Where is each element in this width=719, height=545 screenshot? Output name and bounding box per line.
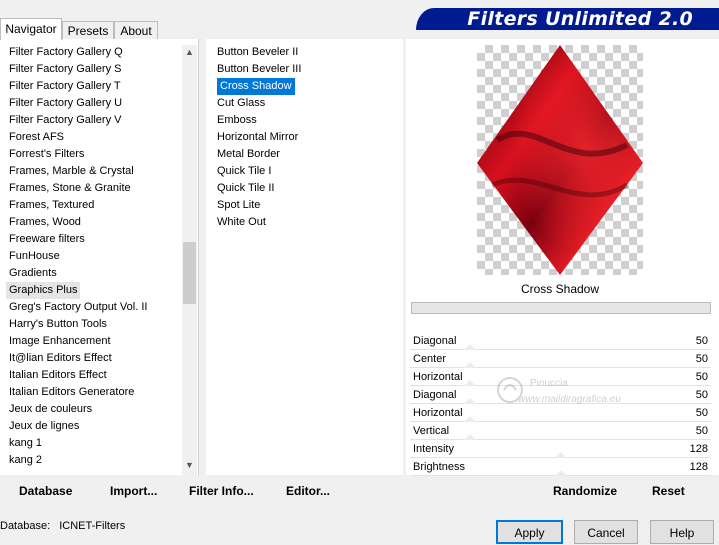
category-list-item[interactable]: Greg's Factory Output Vol. II (9, 299, 147, 316)
slider-value: 128 (689, 461, 708, 473)
category-list-item[interactable]: Italian Editors Generatore (9, 384, 134, 401)
randomize-button[interactable]: Randomize (553, 483, 617, 499)
slider-value: 50 (695, 407, 708, 419)
category-list-item[interactable]: Harry's Button Tools (9, 316, 107, 333)
filter-list-item[interactable]: Cross Shadow (217, 78, 295, 95)
preview-filter-name: Cross Shadow (520, 282, 600, 296)
cancel-button[interactable]: Cancel (574, 520, 638, 544)
tab-presets[interactable]: Presets (62, 21, 114, 39)
filter-list-item[interactable]: Emboss (217, 112, 257, 129)
slider-value: 128 (689, 443, 708, 455)
filter-list-item[interactable]: Quick Tile II (217, 180, 274, 197)
editor-button[interactable]: Editor... (286, 483, 330, 499)
slider-value: 50 (695, 425, 708, 437)
category-list[interactable]: Filter Factory Gallery Q Filter Factory G… (0, 39, 199, 475)
category-list-item[interactable]: Filter Factory Gallery Q (9, 44, 123, 61)
slider-value: 50 (695, 335, 708, 347)
category-list-item[interactable]: Jeux de couleurs (9, 401, 92, 418)
category-list-item[interactable]: It@lian Editors Effect (9, 350, 112, 367)
category-list-item[interactable]: Filter Factory Gallery V (9, 112, 121, 129)
tab-navigator[interactable]: Navigator (0, 18, 62, 40)
filter-list[interactable]: Button Beveler II Button Beveler III Cross… (206, 39, 403, 475)
slider-track[interactable] (410, 439, 711, 440)
progress-bar (411, 302, 711, 314)
slider-track[interactable] (410, 367, 711, 368)
category-list-item[interactable]: Gradients (9, 265, 57, 282)
filter-list-item[interactable]: White Out (217, 214, 266, 231)
slider-label: Diagonal (413, 389, 457, 401)
slider-thumb[interactable] (464, 344, 477, 350)
tab-about[interactable]: About (114, 21, 158, 39)
watermark: Pinuccia www.maildiragrafica.eu (490, 370, 670, 420)
slider-row[interactable]: Brightness 128 (410, 459, 711, 476)
scroll-up-icon[interactable]: ▲ (182, 45, 197, 60)
category-list-item[interactable]: kang 2 (9, 452, 42, 469)
category-list-item[interactable]: FunHouse (9, 248, 60, 265)
database-value: ICNET-Filters (59, 520, 126, 532)
category-list-item[interactable]: Frames, Textured (9, 197, 94, 214)
slider-thumb[interactable] (464, 398, 477, 404)
filter-list-item[interactable]: Quick Tile I (217, 163, 271, 180)
tab-bar: Navigator Presets About (0, 18, 200, 40)
filter-list-item[interactable]: Metal Border (217, 146, 280, 163)
slider-label: Diagonal (413, 335, 457, 347)
filter-list-item[interactable]: Horizontal Mirror (217, 129, 298, 146)
reset-button[interactable]: Reset (652, 483, 685, 499)
slider-value: 50 (695, 371, 708, 383)
database-label: Database: (0, 520, 51, 532)
category-list-item[interactable]: Frames, Wood (9, 214, 81, 231)
filter-list-item[interactable]: Button Beveler II (217, 44, 298, 61)
slider-value: 50 (695, 353, 708, 365)
category-list-item[interactable]: Filter Factory Gallery T (9, 78, 121, 95)
slider-thumb[interactable] (464, 416, 477, 422)
app-banner-title: Filters Unlimited 2.0 (416, 8, 719, 30)
database-status: Database: ICNET-Filters (0, 520, 125, 532)
category-scrollbar[interactable]: ▲ ▼ (182, 45, 197, 475)
import-button[interactable]: Import... (110, 483, 157, 499)
slider-label: Vertical (413, 425, 450, 437)
watermark-name: Pinuccia (530, 378, 568, 389)
slider-thumb[interactable] (554, 470, 567, 476)
category-list-item[interactable]: Frames, Stone & Granite (9, 180, 131, 197)
category-list-item[interactable]: Forrest's Filters (9, 146, 84, 163)
category-list-item[interactable]: Filter Factory Gallery U (9, 95, 122, 112)
category-list-item[interactable]: Italian Editors Effect (9, 367, 107, 384)
filter-list-item[interactable]: Cut Glass (217, 95, 265, 112)
category-list-item[interactable]: Jeux de lignes (9, 418, 79, 435)
slider-label: Brightness (413, 461, 465, 473)
slider-thumb[interactable] (464, 380, 477, 386)
scrollbar-thumb[interactable] (183, 242, 196, 304)
slider-label: Center (413, 353, 447, 365)
category-list-item[interactable]: Frames, Marble & Crystal (9, 163, 134, 180)
slider-value: 50 (695, 389, 708, 401)
slider-label: Horizontal (413, 371, 463, 383)
slider-label: Intensity (413, 443, 454, 455)
watermark-url: www.maildiragrafica.eu (518, 394, 621, 405)
category-list-item[interactable]: kang 1 (9, 435, 42, 452)
slider-label: Horizontal (413, 407, 463, 419)
category-list-item[interactable]: Image Enhancement (9, 333, 111, 350)
scroll-down-icon[interactable]: ▼ (182, 458, 197, 473)
filter-list-item[interactable]: Spot Lite (217, 197, 260, 214)
category-list-item[interactable]: Forest AFS (9, 129, 64, 146)
slider-thumb[interactable] (554, 452, 567, 458)
filter-info-button[interactable]: Filter Info... (189, 483, 254, 499)
apply-button[interactable]: Apply (496, 520, 563, 544)
red-diamond-preview (477, 45, 643, 275)
slider-row[interactable]: Center 50 (410, 351, 711, 368)
slider-thumb[interactable] (464, 362, 477, 368)
category-list-item[interactable]: Graphics Plus (6, 282, 81, 299)
slider-row[interactable]: Diagonal 50 (410, 333, 711, 350)
category-list-item[interactable]: Filter Factory Gallery S (9, 61, 121, 78)
slider-row[interactable]: Vertical 50 (410, 423, 711, 440)
help-button[interactable]: Help (650, 520, 714, 544)
filter-list-item[interactable]: Button Beveler III (217, 61, 301, 78)
category-list-item[interactable]: Freeware filters (9, 231, 85, 248)
slider-row[interactable]: Intensity 128 (410, 441, 711, 458)
database-button[interactable]: Database (19, 483, 72, 499)
slider-thumb[interactable] (464, 434, 477, 440)
preview-image (477, 45, 643, 275)
